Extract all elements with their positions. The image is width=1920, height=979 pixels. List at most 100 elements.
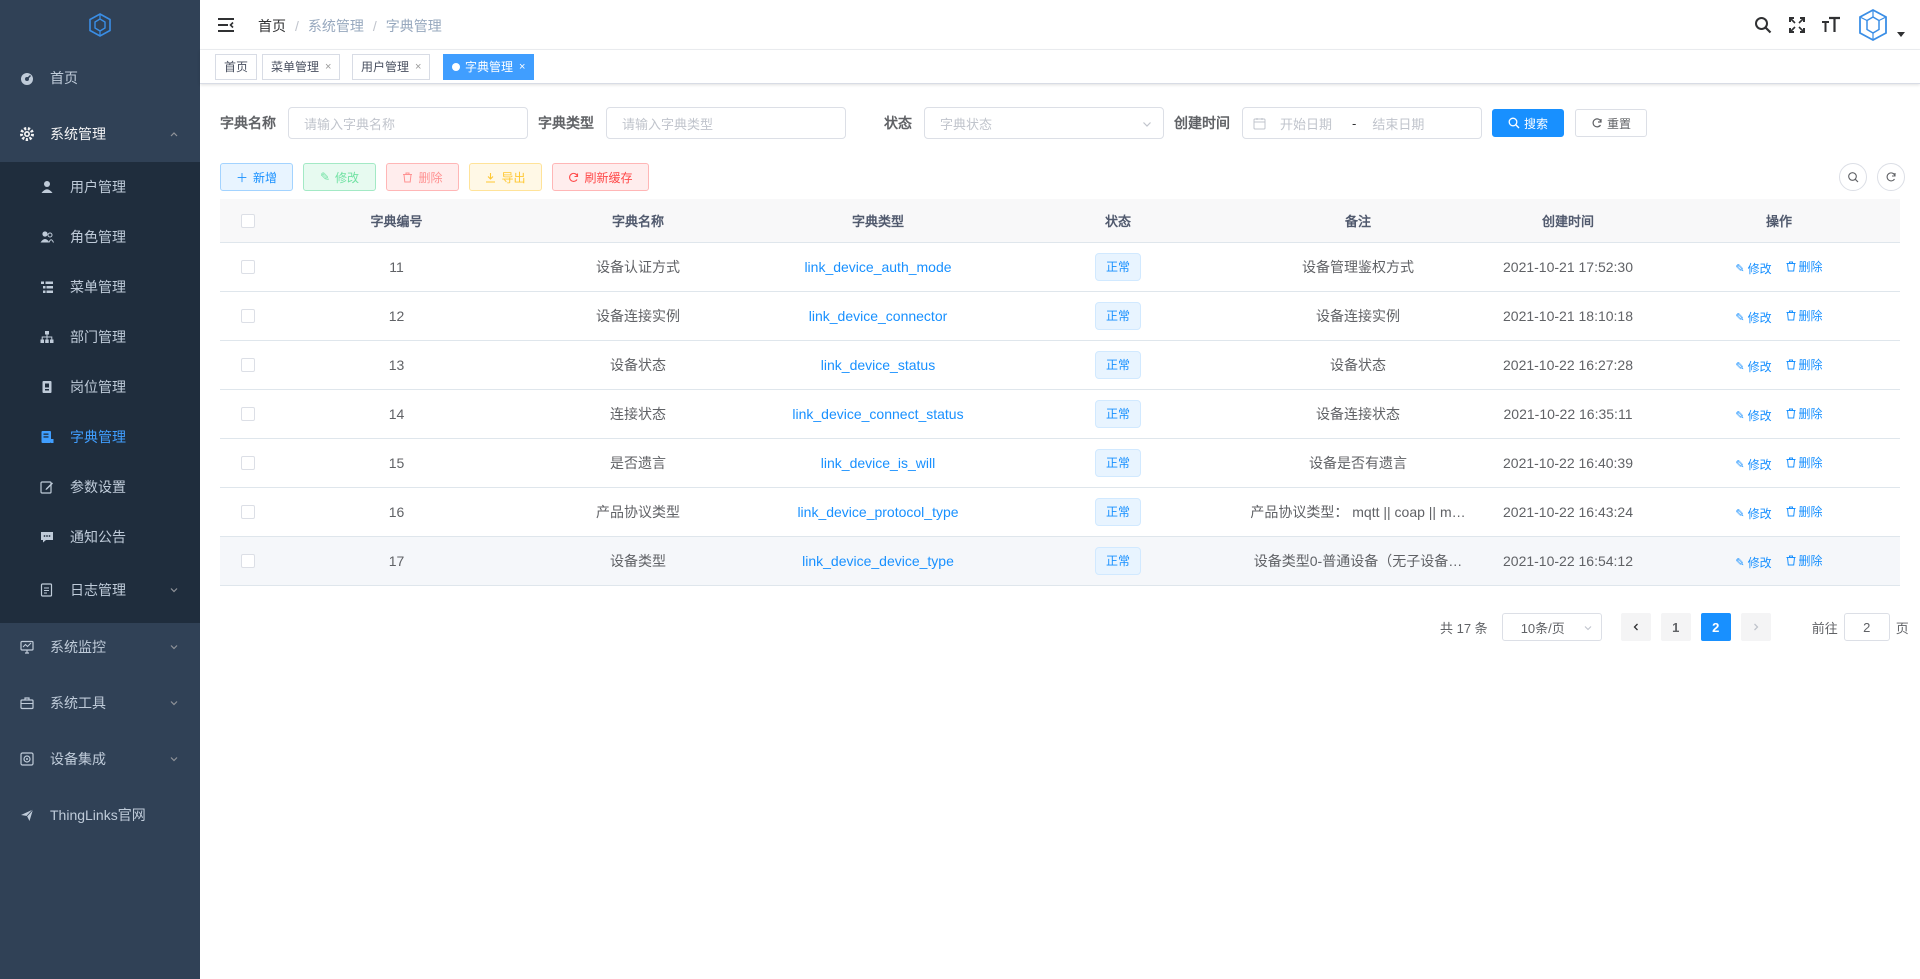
refresh-table-button[interactable] (1877, 163, 1905, 191)
prev-page-button[interactable] (1620, 613, 1651, 641)
sidebar-item-dept[interactable]: 部门管理 (0, 312, 200, 362)
menu-item-device[interactable]: 设备集成 (0, 731, 200, 787)
refresh-cache-button[interactable]: 刷新缓存 (552, 163, 649, 191)
row-edit-button[interactable]: ✎ 修改 (1735, 358, 1771, 375)
tree-icon (40, 330, 54, 344)
row-checkbox[interactable] (240, 260, 255, 274)
cell-type-link[interactable]: link_device_connector (758, 308, 998, 324)
row-checkbox[interactable] (240, 358, 255, 372)
row-edit-button[interactable]: ✎ 修改 (1735, 309, 1771, 326)
cell-type-link[interactable]: link_device_connect_status (758, 406, 998, 422)
cell-type-link[interactable]: link_device_device_type (758, 553, 998, 569)
sidebar-item-menu[interactable]: 菜单管理 (0, 262, 200, 312)
row-checkbox[interactable] (240, 505, 255, 519)
row-edit-button[interactable]: ✎ 修改 (1735, 260, 1771, 277)
row-edit-button[interactable]: ✎ 修改 (1735, 554, 1771, 571)
user-icon (40, 180, 54, 194)
cell-remark: 设备状态 (1330, 357, 1386, 373)
sidebar-item-label: 字典管理 (70, 429, 126, 445)
refresh-icon (1592, 118, 1602, 128)
sidebar-item-post[interactable]: 岗位管理 (0, 362, 200, 412)
row-edit-button[interactable]: ✎ 修改 (1735, 407, 1771, 424)
fullscreen-icon[interactable] (1786, 14, 1808, 36)
menu-item-home[interactable]: 首页 (0, 50, 200, 106)
refresh-cache-button-label: 刷新缓存 (584, 170, 633, 185)
row-delete-button[interactable]: 删除 (1786, 307, 1823, 324)
dict-name-input[interactable]: 请输入字典名称 (288, 107, 528, 139)
row-edit-button[interactable]: ✎ 修改 (1735, 456, 1771, 473)
status-select[interactable]: 字典状态 (924, 107, 1164, 139)
cell-created: 2021-10-22 16:35:11 (1503, 406, 1633, 422)
add-button[interactable]: ＋ 新增 (220, 163, 293, 191)
row-delete-button[interactable]: 删除 (1786, 405, 1823, 422)
menu-item-website[interactable]: ThingLinks官网 (0, 787, 200, 843)
row-delete-button[interactable]: 删除 (1786, 552, 1823, 569)
sidebar-item-config[interactable]: 参数设置 (0, 462, 200, 512)
menu-item-monitor[interactable]: 系统监控 (0, 619, 200, 675)
sidebar-item-dict[interactable]: 字典管理 (0, 412, 200, 462)
goto-page-input[interactable]: 2 (1843, 613, 1890, 641)
font-size-icon[interactable] (1820, 14, 1842, 36)
tag-menu[interactable]: 菜单管理 × (262, 54, 341, 80)
sidebar-item-label: 岗位管理 (70, 379, 126, 395)
sidebar-item-notice[interactable]: 通知公告 (0, 512, 200, 562)
dict-type-placeholder: 请输入字典类型 (622, 116, 714, 132)
close-icon[interactable]: × (415, 55, 421, 79)
reset-button[interactable]: 重置 (1575, 109, 1647, 137)
page-button-1[interactable]: 1 (1660, 613, 1691, 641)
breadcrumb-home[interactable]: 首页 (258, 16, 286, 36)
close-icon[interactable]: × (519, 55, 525, 79)
page-size-select[interactable]: 10条/页 (1501, 613, 1602, 641)
sidebar-item-user[interactable]: 用户管理 (0, 162, 200, 212)
close-icon[interactable]: × (325, 55, 331, 79)
end-date-placeholder[interactable]: 结束日期 (1372, 114, 1424, 133)
row-edit-label: 修改 (1747, 506, 1772, 521)
cell-type-link[interactable]: link_device_status (758, 357, 998, 373)
row-checkbox[interactable] (240, 554, 255, 568)
search-button[interactable]: 搜索 (1492, 109, 1564, 137)
search-icon[interactable] (1752, 14, 1774, 36)
sidebar-item-log[interactable]: 日志管理 (0, 562, 200, 618)
row-checkbox[interactable] (240, 407, 255, 421)
cell-type-link[interactable]: link_device_protocol_type (758, 504, 998, 520)
edit-button[interactable]: ✎ 修改 (303, 163, 376, 191)
gear-icon (20, 127, 34, 141)
toggle-search-button[interactable] (1839, 163, 1867, 191)
navbar-right (1752, 0, 1920, 50)
menu-item-system[interactable]: 系统管理 (0, 106, 200, 162)
cell-name: 设备连接实例 (596, 308, 680, 324)
hamburger-icon[interactable] (216, 15, 236, 35)
status-badge: 正常 (1094, 547, 1141, 575)
trash-icon (1786, 310, 1796, 320)
row-delete-button[interactable]: 删除 (1786, 356, 1823, 373)
tag-user[interactable]: 用户管理 × (352, 54, 431, 80)
tag-dict[interactable]: 字典管理 × (443, 54, 535, 80)
dict-type-input[interactable]: 请输入字典类型 (606, 107, 846, 139)
row-edit-button[interactable]: ✎ 修改 (1735, 505, 1771, 522)
date-range-picker[interactable]: 开始日期 - 结束日期 (1242, 107, 1482, 139)
delete-button[interactable]: 删除 (386, 163, 459, 191)
tag-home[interactable]: 首页 (215, 54, 258, 80)
row-delete-button[interactable]: 删除 (1786, 258, 1823, 275)
row-checkbox[interactable] (240, 456, 255, 470)
row-checkbox[interactable] (240, 309, 255, 323)
edit-icon (40, 480, 54, 494)
cell-type-link[interactable]: link_device_auth_mode (758, 259, 998, 275)
row-delete-button[interactable]: 删除 (1786, 454, 1823, 471)
breadcrumb-separator: / (295, 18, 299, 34)
export-button[interactable]: 导出 (469, 163, 542, 191)
select-all-checkbox[interactable] (240, 213, 255, 228)
row-delete-button[interactable]: 删除 (1786, 503, 1823, 520)
caret-down-icon[interactable] (1896, 29, 1906, 39)
sidebar-item-role[interactable]: 角色管理 (0, 212, 200, 262)
avatar[interactable] (1856, 8, 1890, 42)
menu-item-tool[interactable]: 系统工具 (0, 675, 200, 731)
tags-view: 首页 菜单管理 × 用户管理 × 字典管理 × (200, 50, 1920, 84)
next-page-button[interactable] (1740, 613, 1771, 641)
cell-type-link[interactable]: link_device_is_will (758, 455, 998, 471)
start-date-placeholder[interactable]: 开始日期 (1280, 114, 1342, 133)
page-button-2[interactable]: 2 (1700, 613, 1731, 641)
cell-remark: 产品协议类型： mqtt || coap || m… (1250, 504, 1466, 520)
cell-name: 设备认证方式 (596, 259, 680, 275)
logo[interactable] (0, 0, 200, 50)
